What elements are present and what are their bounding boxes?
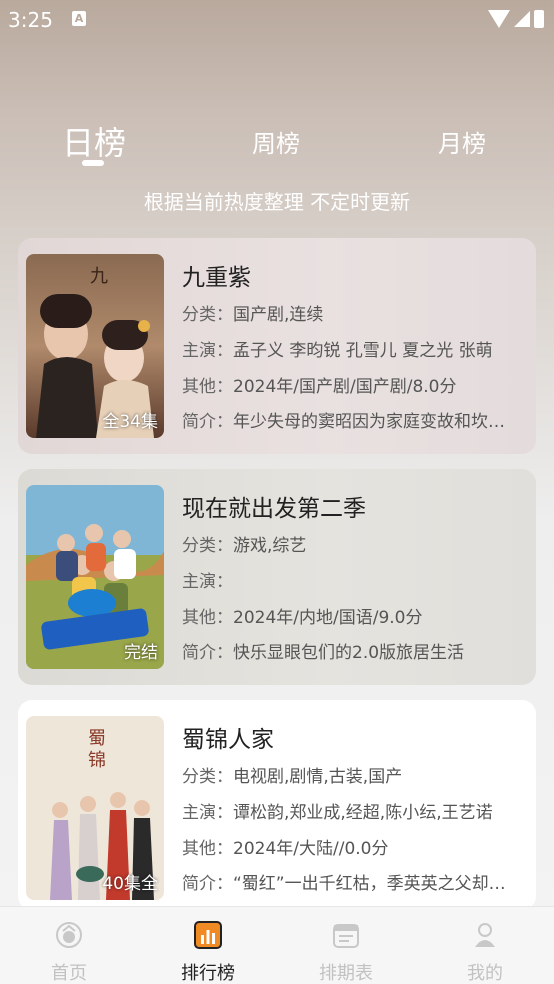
cast-label: 主演： [182,572,233,592]
ranking-subtitle: 根据当前热度整理 不定时更新 [143,190,411,214]
cast-row: 主演：孟子义 李昀锐 孔雪儿 夏之光 张萌 [182,336,527,361]
other-value: 2024年/国产剧/国产剧/8.0分 [233,377,457,397]
nav-profile[interactable]: 我的 [435,917,535,984]
nav-home[interactable]: 首页 [19,917,119,984]
other-label: 其他： [182,839,233,859]
episode-badge: 全34集 [102,412,158,432]
nav-label: 首页 [51,963,87,984]
other-row: 其他：2024年/大陆//0.0分 [182,834,527,859]
poster-image[interactable]: 九 全34集 [26,254,164,438]
battery-icon [534,10,544,28]
category-row: 分类：游戏,综艺 [182,531,527,556]
synopsis-row: 简介：快乐显眼包们的2.0版旅居生活 [182,638,527,663]
status-icons [488,10,544,28]
nav-schedule[interactable]: 排期表 [296,917,396,984]
tab-monthly[interactable]: 月榜 [438,124,486,159]
nav-label: 我的 [467,963,503,984]
episode-badge: 完结 [124,643,158,663]
category-row: 分类：国产剧,连续 [182,300,527,325]
poster-image[interactable]: 完结 [26,485,164,669]
ranking-card[interactable]: 蜀 锦 40集全 蜀锦人家 分类：电视剧,剧情,古装,国产 主演：谭松韵,郑业成… [18,700,536,910]
home-icon [56,922,82,948]
synopsis-value: “蜀红”一出千红枯，季英英之父却… [233,874,506,894]
category-label: 分类： [182,305,233,325]
synopsis-label: 简介： [182,874,233,894]
cast-row: 主演：谭松韵,郑业成,经超,陈小纭,王艺诺 [182,798,527,823]
cast-label: 主演： [182,803,233,823]
tab-indicator [82,160,104,166]
tab-weekly[interactable]: 周榜 [252,124,300,159]
other-label: 其他： [182,377,233,397]
card-title: 现在就出发第二季 [182,496,366,522]
nav-label: 排期表 [319,963,373,984]
other-value: 2024年/内地/国语/9.0分 [233,608,423,628]
signal-icon [514,11,530,27]
cast-value: 孟子义 李昀锐 孔雪儿 夏之光 张萌 [233,341,493,361]
status-bar: 3:25 A [0,0,554,40]
profile-icon [475,923,495,947]
category-label: 分类： [182,767,233,787]
wifi-icon [488,10,510,28]
synopsis-label: 简介： [182,412,233,432]
ranking-tabs: 日榜 周榜 月榜 [0,112,554,172]
nav-ranking[interactable]: 排行榜 [158,917,258,984]
svg-text:蜀: 蜀 [88,728,106,749]
status-time: 3:25 [8,8,53,32]
ranking-icon [194,921,222,949]
other-label: 其他： [182,608,233,628]
cast-label: 主演： [182,341,233,361]
ranking-card[interactable]: 完结 现在就出发第二季 分类：游戏,综艺 主演： 其他：2024年/内地/国语/… [18,469,536,685]
other-row: 其他：2024年/内地/国语/9.0分 [182,603,527,628]
synopsis-value: 年少失母的窦昭因为家庭变故和坎… [233,412,505,432]
bottom-nav: 首页 排行榜 排期表 我的 [0,906,554,984]
category-value: 国产剧,连续 [233,305,324,325]
tab-daily[interactable]: 日榜 [62,118,126,164]
notification-icon: A [72,11,86,26]
synopsis-label: 简介： [182,643,233,663]
synopsis-row: 简介：“蜀红”一出千红枯，季英英之父却… [182,869,527,894]
episode-badge: 40集全 [102,874,158,894]
other-row: 其他：2024年/国产剧/国产剧/8.0分 [182,372,527,397]
svg-text:锦: 锦 [88,750,106,771]
calendar-icon [333,924,359,948]
synopsis-row: 简介：年少失母的窦昭因为家庭变故和坎… [182,407,527,432]
category-label: 分类： [182,536,233,556]
nav-label: 排行榜 [181,963,235,984]
category-value: 电视剧,剧情,古装,国产 [233,767,403,787]
other-value: 2024年/大陆//0.0分 [233,839,389,859]
category-value: 游戏,综艺 [233,536,307,556]
ranking-card[interactable]: 九 全34集 九重紫 分类：国产剧,连续 主演：孟子义 李昀锐 孔雪儿 夏之光 … [18,238,536,454]
synopsis-value: 快乐显眼包们的2.0版旅居生活 [233,643,465,663]
card-title: 蜀锦人家 [182,727,274,753]
category-row: 分类：电视剧,剧情,古装,国产 [182,762,527,787]
svg-text:九: 九 [90,266,108,287]
poster-image[interactable]: 蜀 锦 40集全 [26,716,164,900]
cast-row: 主演： [182,567,527,592]
card-title: 九重紫 [182,265,251,291]
cast-value: 谭松韵,郑业成,经超,陈小纭,王艺诺 [233,803,493,823]
